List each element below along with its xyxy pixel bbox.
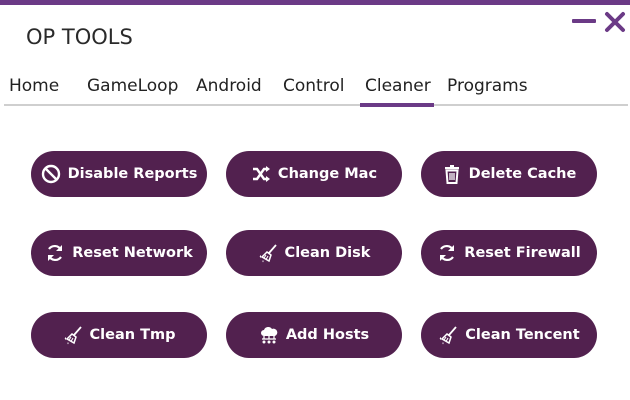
trash-icon: [442, 164, 462, 184]
app-title: OP TOOLS: [26, 25, 133, 49]
close-button[interactable]: [603, 10, 627, 34]
reset-firewall-label: Reset Firewall: [464, 245, 581, 261]
refresh-icon: [437, 243, 457, 263]
tab-bar: Home GameLoop Android Control Cleaner Pr…: [0, 72, 630, 108]
broom-icon: [63, 325, 83, 345]
add-hosts-label: Add Hosts: [285, 327, 370, 343]
broom-icon: [258, 243, 278, 263]
tab-control[interactable]: Control: [283, 76, 344, 96]
tab-programs[interactable]: Programs: [447, 76, 528, 96]
clean-tencent-label: Clean Tencent: [465, 327, 580, 343]
clean-disk-label: Clean Disk: [284, 245, 371, 261]
clean-disk-button[interactable]: Clean Disk: [226, 230, 402, 276]
disable-reports-label: Disable Reports: [67, 166, 198, 182]
refresh-icon: [45, 243, 65, 263]
window-top-accent-bar: [0, 0, 630, 5]
tab-divider: [4, 104, 628, 106]
reset-network-button[interactable]: Reset Network: [31, 230, 207, 276]
delete-cache-label: Delete Cache: [468, 166, 577, 182]
tab-gameloop[interactable]: GameLoop: [87, 76, 178, 96]
clean-tmp-button[interactable]: Clean Tmp: [31, 312, 207, 358]
tab-cleaner[interactable]: Cleaner: [365, 76, 431, 96]
disable-reports-button[interactable]: Disable Reports: [31, 151, 207, 197]
tab-android[interactable]: Android: [196, 76, 262, 96]
clean-tmp-label: Clean Tmp: [89, 327, 176, 343]
active-tab-indicator: [360, 103, 434, 107]
broom-icon: [438, 325, 458, 345]
add-hosts-button[interactable]: Add Hosts: [226, 312, 402, 358]
minimize-button[interactable]: [571, 16, 597, 26]
ban-icon: [41, 164, 61, 184]
cloud-network-icon: [259, 325, 279, 345]
close-icon: [605, 12, 625, 32]
reset-network-label: Reset Network: [72, 245, 193, 261]
shuffle-icon: [251, 164, 271, 184]
delete-cache-button[interactable]: Delete Cache: [421, 151, 597, 197]
reset-firewall-button[interactable]: Reset Firewall: [421, 230, 597, 276]
tab-home[interactable]: Home: [9, 76, 59, 96]
change-mac-label: Change Mac: [277, 166, 378, 182]
change-mac-button[interactable]: Change Mac: [226, 151, 402, 197]
clean-tencent-button[interactable]: Clean Tencent: [421, 312, 597, 358]
minimize-icon: [572, 19, 596, 23]
